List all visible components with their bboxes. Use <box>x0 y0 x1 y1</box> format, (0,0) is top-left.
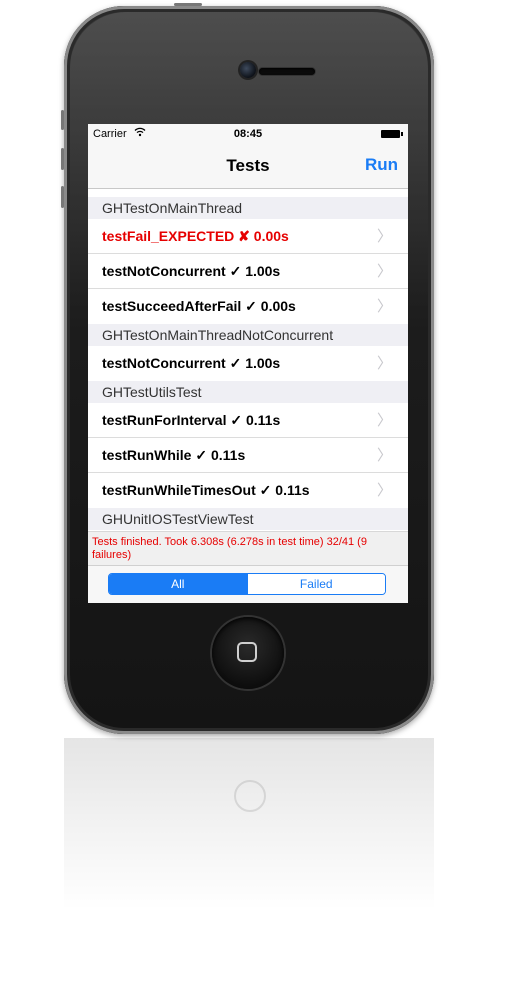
test-name: testNotConcurrent <box>102 263 226 279</box>
test-row[interactable]: testRunWhile ✓ 0.11s 〉 <box>88 438 408 473</box>
page-title: Tests <box>226 156 270 175</box>
device-reflection <box>64 738 434 968</box>
clock-time: 08:45 <box>233 128 263 140</box>
test-duration: 0.11s <box>210 447 246 463</box>
test-name: testSucceedAfterFail <box>102 298 242 314</box>
test-name: testRunWhile <box>102 447 192 463</box>
test-duration: 0.00s <box>260 298 296 314</box>
mute-switch <box>61 110 64 130</box>
test-row[interactable]: testNotConcurrent ✓ 1.00s 〉 <box>88 346 408 381</box>
chevron-right-icon: 〉 <box>376 298 392 315</box>
test-row[interactable]: testNotConcurrent ✓ 1.00s 〉 <box>88 254 408 289</box>
run-button[interactable]: Run <box>365 155 398 175</box>
test-name: testNotConcurrent <box>102 355 226 371</box>
check-mark-icon: ✓ <box>259 482 272 498</box>
section-header: GHTestOnMainThreadNotConcurrent <box>88 324 408 346</box>
test-row[interactable]: testRunForInterval ✓ 0.11s 〉 <box>88 403 408 438</box>
volume-up-button <box>61 148 64 170</box>
chevron-right-icon: 〉 <box>376 412 392 429</box>
section-header: GHTestUtilsTest <box>88 381 408 403</box>
check-mark-icon: ✓ <box>230 412 243 428</box>
test-duration: 0.11s <box>275 482 310 498</box>
check-mark-icon: ✓ <box>195 447 208 463</box>
power-button <box>174 3 202 6</box>
chevron-right-icon: 〉 <box>376 355 392 372</box>
filter-all-segment[interactable]: All <box>109 574 247 594</box>
test-duration: 0.00s <box>253 228 289 244</box>
device-screen: Carrier 08:45 Tests Run GHTestOnMainThre… <box>88 124 408 603</box>
filter-failed-segment[interactable]: Failed <box>246 574 385 594</box>
navigation-bar: Tests Run <box>88 144 408 189</box>
section-header: GHTestOnMainThread <box>88 197 408 219</box>
chevron-right-icon: 〉 <box>376 228 392 245</box>
reflected-home-button <box>234 780 266 812</box>
check-mark-icon: ✓ <box>229 263 242 279</box>
home-button[interactable] <box>212 617 284 689</box>
fail-mark-icon: ✘ <box>238 228 250 244</box>
volume-down-button <box>61 186 64 208</box>
test-duration: 1.00s <box>245 263 281 279</box>
test-name: testRunWhileTimesOut <box>102 482 256 498</box>
filter-segmented-control[interactable]: All Failed <box>108 573 386 595</box>
check-mark-icon: ✓ <box>245 298 257 314</box>
test-results-table[interactable]: GHTestOnMainThread testFail_EXPECTED ✘ 0… <box>88 189 408 531</box>
battery-icon <box>381 130 403 138</box>
test-row[interactable]: testFail_EXPECTED ✘ 0.00s 〉 <box>88 219 408 254</box>
test-run-status: Tests finished. Took 6.308s (6.278s in t… <box>88 531 408 565</box>
test-duration: 0.11s <box>245 412 281 428</box>
status-bar: Carrier 08:45 <box>88 124 408 144</box>
earpiece-speaker <box>259 68 315 75</box>
test-name: testRunForInterval <box>102 412 227 428</box>
test-row[interactable]: testRunWhileTimesOut ✓ 0.11s 〉 <box>88 473 408 508</box>
chevron-right-icon: 〉 <box>376 447 392 464</box>
test-name: testFail_EXPECTED <box>102 228 235 244</box>
check-mark-icon: ✓ <box>229 355 242 371</box>
chevron-right-icon: 〉 <box>376 263 392 280</box>
test-row[interactable]: testSucceedAfterFail ✓ 0.00s 〉 <box>88 289 408 324</box>
chevron-right-icon: 〉 <box>376 482 392 499</box>
front-camera <box>240 62 256 78</box>
filter-toolbar: All Failed <box>88 565 408 603</box>
section-header: GHUnitIOSTestViewTest <box>88 508 408 530</box>
test-duration: 1.00s <box>245 355 281 371</box>
home-square-icon <box>237 642 257 662</box>
